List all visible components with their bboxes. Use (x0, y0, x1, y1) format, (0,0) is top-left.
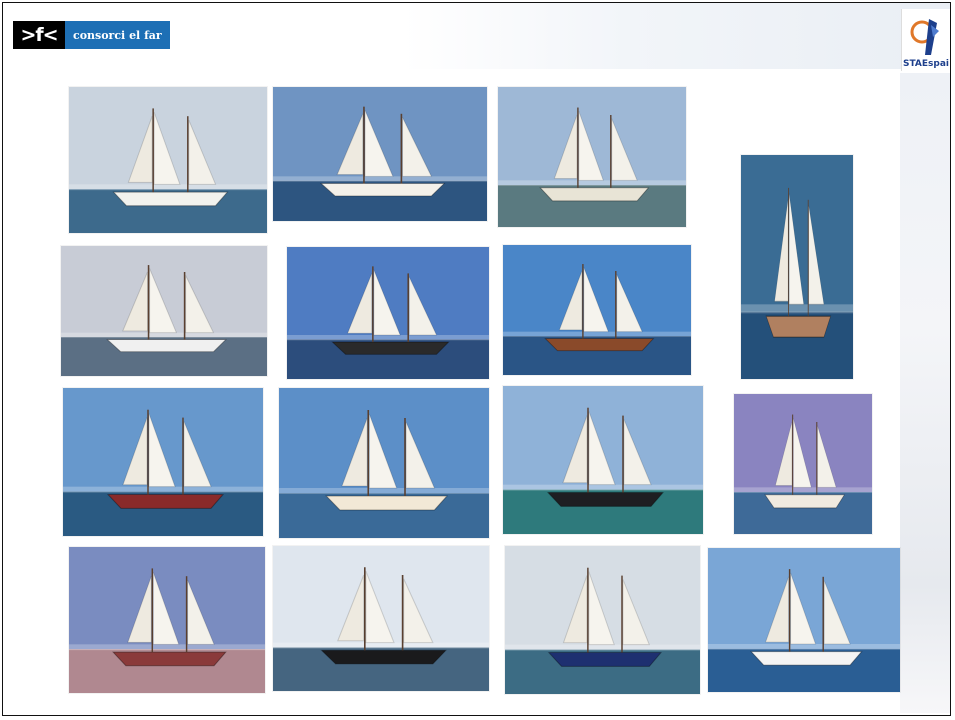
photo-11 (734, 394, 872, 534)
photo-4 (741, 155, 853, 379)
photo-15 (708, 548, 900, 692)
logo-label: STAEspai (903, 59, 949, 69)
photo-6 (287, 247, 489, 379)
photo-3 (498, 87, 686, 227)
slide-frame: >f< consorci el far STAEspai (2, 2, 951, 716)
background-fade (403, 3, 950, 69)
logo-text: consorci el far (65, 21, 170, 49)
sunset-schooner-photo (69, 547, 265, 693)
sta-espana-logo: STAEspai (901, 9, 950, 71)
photo-5 (61, 246, 267, 376)
racing-yacht-photo (273, 546, 489, 691)
photo-14 (505, 546, 700, 694)
black-hull-dock-photo (503, 386, 703, 534)
schooner-dark-hull-photo (287, 247, 489, 379)
photo-8 (63, 388, 263, 536)
photo-9 (279, 388, 489, 538)
background-sail-decoration (900, 73, 950, 713)
photo-12 (69, 547, 265, 693)
ketch-cream-hull-photo (279, 388, 489, 538)
white-ketch-sea-photo (708, 548, 900, 692)
purple-sky-schooner-photo (734, 394, 872, 534)
photo-10 (503, 386, 703, 534)
wooden-schooner-photo (503, 245, 691, 375)
photo-1 (69, 87, 267, 233)
spinnaker-sail-photo (63, 388, 263, 536)
white-sail-coast-photo (61, 246, 267, 376)
photo-2 (273, 87, 487, 221)
schooner-blue-sky-photo (273, 87, 487, 221)
photo-7 (503, 245, 691, 375)
harbor-masts-photo (498, 87, 686, 227)
moored-boat-pier-photo (505, 546, 700, 694)
photo-13 (273, 546, 489, 691)
logo-mark: >f< (13, 21, 65, 49)
schooner-flag-photo (69, 87, 267, 233)
tall-sail-aerial-photo (741, 155, 853, 379)
sailor-figure-icon (909, 17, 943, 57)
consorci-el-far-logo: >f< consorci el far (13, 21, 170, 49)
